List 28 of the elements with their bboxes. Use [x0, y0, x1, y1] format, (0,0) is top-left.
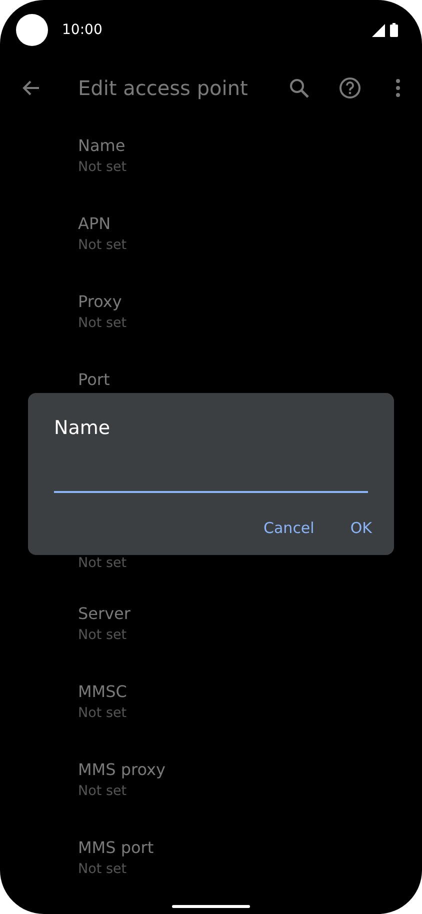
setting-title[interactable]: MMS port	[78, 837, 422, 859]
camera-cutout	[16, 14, 48, 46]
search-icon[interactable]	[289, 78, 309, 98]
setting-summary: Not set	[78, 554, 128, 573]
status-time: 10:00	[62, 22, 102, 38]
setting-title[interactable]: Port	[78, 369, 422, 391]
battery-icon	[390, 23, 398, 37]
more-options-icon[interactable]	[396, 79, 400, 97]
setting-summary: Not set	[78, 704, 128, 723]
setting-summary: Not set	[78, 236, 128, 255]
setting-summary: Not set	[78, 782, 128, 801]
setting-title[interactable]: Server	[78, 603, 422, 625]
dialog-title: Name	[54, 416, 112, 441]
setting-title[interactable]: MMS proxy	[78, 759, 422, 781]
setting-title[interactable]: APN	[78, 213, 422, 235]
setting-summary: Not set	[78, 626, 128, 645]
help-icon[interactable]	[339, 77, 361, 99]
dialog-button[interactable]: OK	[340, 513, 382, 543]
setting-summary: Not set	[78, 860, 128, 879]
dialog-button[interactable]: Cancel	[254, 513, 324, 543]
setting-title[interactable]: MMSC	[78, 681, 422, 703]
setting-summary: Not set	[78, 314, 128, 333]
back-arrow-icon[interactable]	[22, 80, 40, 96]
setting-title[interactable]: Proxy	[78, 291, 422, 313]
setting-title[interactable]: Name	[78, 135, 422, 157]
setting-summary: Not set	[78, 158, 128, 177]
toolbar-title: Edit access point	[78, 76, 249, 100]
signal-icon	[372, 24, 385, 36]
